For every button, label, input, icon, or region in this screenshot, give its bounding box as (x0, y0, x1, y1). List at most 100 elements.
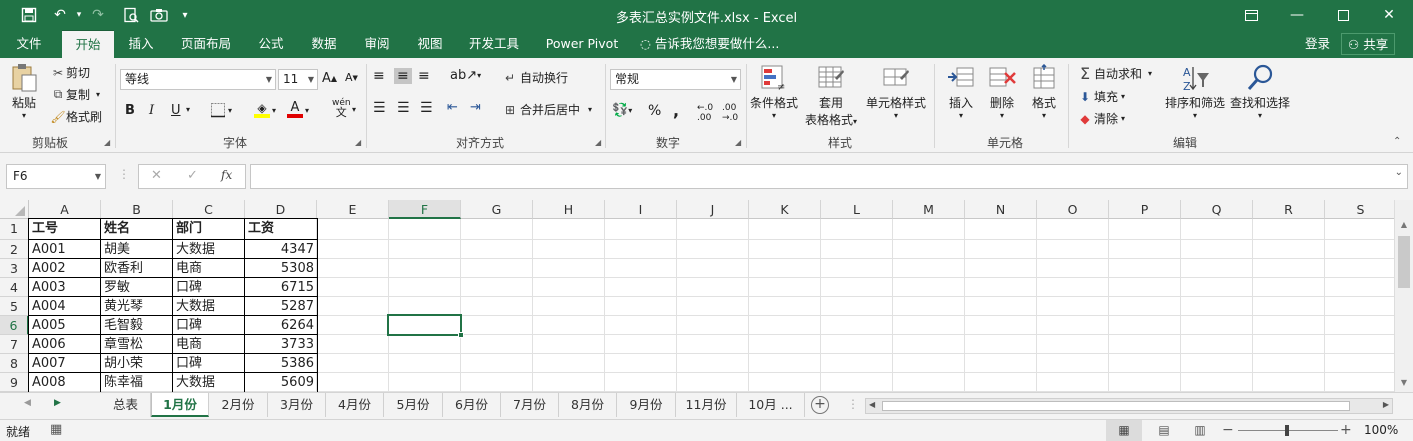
sheet-tab-8[interactable]: 7月份 (501, 393, 559, 417)
column-header-a[interactable]: A (29, 200, 101, 219)
column-header-s[interactable]: S (1325, 200, 1397, 219)
fill-handle[interactable] (458, 332, 464, 338)
cell-d5[interactable]: 5287 (245, 297, 317, 316)
scroll-up-icon[interactable]: ▲ (1395, 220, 1413, 229)
row-header-6[interactable]: 6 (0, 316, 29, 335)
ribbon-display-options-icon[interactable] (1228, 0, 1274, 30)
cell-a5[interactable]: A004 (29, 297, 101, 316)
active-cell-f6[interactable] (387, 314, 464, 338)
cell-d4[interactable]: 6715 (245, 278, 317, 297)
sheet-tab-7[interactable]: 6月份 (443, 393, 501, 417)
zoom-level[interactable]: 100% (1364, 423, 1398, 437)
scroll-tabs-right-icon[interactable]: ▶ (54, 398, 61, 408)
cell-c2[interactable]: 大数据 (173, 240, 245, 259)
scroll-right-icon[interactable]: ▶ (1383, 400, 1389, 409)
comma-style-button[interactable]: , (673, 101, 679, 120)
underline-dropdown-icon[interactable]: ▾ (186, 105, 190, 114)
cell-c3[interactable]: 电商 (173, 259, 245, 278)
conditional-formatting-button[interactable]: ≠ 条件格式 ▾ (750, 62, 798, 120)
align-center-icon[interactable]: ☰ (397, 100, 410, 116)
new-sheet-icon[interactable]: + (811, 396, 829, 414)
sheet-tab-10[interactable]: 9月份 (617, 393, 676, 417)
accounting-format-icon[interactable]: 💱 ▾ (612, 103, 632, 118)
column-header-j[interactable]: J (677, 200, 749, 219)
column-header-i[interactable]: I (605, 200, 677, 219)
close-icon[interactable]: ✕ (1366, 0, 1412, 30)
zoom-in-icon[interactable]: + (1340, 422, 1352, 438)
sheet-tab-6[interactable]: 5月份 (384, 393, 443, 417)
orientation-icon[interactable]: ab↗ ▾ (450, 68, 481, 83)
cell-d2[interactable]: 4347 (245, 240, 317, 259)
sheet-tab-2[interactable]: 1月份 (151, 393, 209, 417)
row-header-2[interactable]: 2 (0, 240, 29, 259)
column-header-r[interactable]: R (1253, 200, 1325, 219)
underline-button[interactable]: U (171, 103, 181, 118)
tab-home[interactable]: 开始 (62, 30, 114, 58)
cell-a2[interactable]: A001 (29, 240, 101, 259)
cell-styles-button[interactable]: 单元格样式 ▾ (866, 62, 926, 120)
cell-b6[interactable]: 毛智毅 (101, 316, 173, 335)
font-color-button[interactable]: A ▾ (287, 101, 309, 118)
number-launcher-icon[interactable]: ◢ (735, 138, 741, 147)
cell-c5[interactable]: 大数据 (173, 297, 245, 316)
normal-view-icon[interactable]: ▦ (1106, 420, 1142, 441)
scroll-left-icon[interactable]: ◀ (869, 400, 875, 409)
sheet-tab-3[interactable]: 2月份 (209, 393, 268, 417)
format-painter-button[interactable]: 🖌 格式刷 (50, 108, 102, 125)
formula-input[interactable]: ⌄ (250, 164, 1408, 189)
column-header-g[interactable]: G (461, 200, 533, 219)
decrease-decimal-icon[interactable]: .00 →.0 (722, 103, 738, 123)
cancel-entry-icon[interactable]: ✕ (151, 168, 162, 183)
column-header-l[interactable]: L (821, 200, 893, 219)
decrease-indent-icon[interactable]: ⇤ (447, 100, 458, 115)
vertical-scrollbar[interactable]: ▲ ▼ (1394, 200, 1413, 392)
percent-style-button[interactable]: % (648, 103, 661, 119)
column-header-m[interactable]: M (893, 200, 965, 219)
delete-cells-button[interactable]: 删除 ▾ (986, 62, 1018, 120)
column-header-n[interactable]: N (965, 200, 1037, 219)
tab-page-layout[interactable]: 页面布局 (174, 30, 238, 58)
sheet-tab-5[interactable]: 4月份 (326, 393, 384, 417)
cell-b1[interactable]: 姓名 (101, 219, 173, 238)
sheet-tab-1[interactable]: 总表 (101, 393, 151, 417)
vertical-scroll-thumb[interactable] (1398, 236, 1410, 288)
tell-me-box[interactable]: ◌ 告诉我您想要做什么... (640, 30, 779, 58)
horizontal-scrollbar[interactable]: ◀ ▶ (865, 398, 1393, 414)
align-right-icon[interactable]: ☰ (420, 100, 433, 116)
cell-b3[interactable]: 欧香利 (101, 259, 173, 278)
worksheet-grid[interactable]: ABCDEFGHIJKLMNOPQRS 123456789 工号 姓名 部门 工资 A0… (0, 200, 1413, 392)
insert-cells-button[interactable]: 插入 ▾ (945, 62, 977, 120)
column-header-b[interactable]: B (101, 200, 173, 219)
merge-center-button[interactable]: ⊞ 合并后居中 ▾ (500, 101, 592, 118)
column-header-k[interactable]: K (749, 200, 821, 219)
sheet-tab-9[interactable]: 8月份 (559, 393, 617, 417)
maximize-icon[interactable] (1320, 0, 1366, 30)
name-box[interactable]: F6 ▼ (6, 164, 106, 189)
font-name-combo[interactable]: 等线 ▼ (120, 69, 276, 90)
increase-decimal-icon[interactable]: ←.0.00 (697, 103, 713, 123)
cell-a4[interactable]: A003 (29, 278, 101, 297)
column-header-q[interactable]: Q (1181, 200, 1253, 219)
cell-b7[interactable]: 章雪松 (101, 335, 173, 354)
cell-d3[interactable]: 5308 (245, 259, 317, 278)
row-header-7[interactable]: 7 (0, 335, 29, 354)
italic-button[interactable]: I (149, 103, 154, 118)
cell-a7[interactable]: A006 (29, 335, 101, 354)
format-cells-button[interactable]: 格式 ▾ (1028, 62, 1060, 120)
cell-c9[interactable]: 大数据 (173, 373, 245, 392)
clipboard-launcher-icon[interactable]: ◢ (104, 138, 110, 147)
tab-data[interactable]: 数据 (303, 30, 345, 58)
cell-c7[interactable]: 电商 (173, 335, 245, 354)
phonetic-button[interactable]: wén 文 (332, 98, 351, 118)
cell-d6[interactable]: 6264 (245, 316, 317, 335)
column-header-p[interactable]: P (1109, 200, 1181, 219)
fill-color-button[interactable]: ◈ ▾ (254, 102, 276, 118)
find-select-button[interactable]: 查找和选择 ▾ (1230, 62, 1290, 120)
row-header-4[interactable]: 4 (0, 278, 29, 297)
tab-formulas[interactable]: 公式 (250, 30, 292, 58)
cell-a1[interactable]: 工号 (29, 219, 101, 238)
cell-c4[interactable]: 口碑 (173, 278, 245, 297)
cell-a6[interactable]: A005 (29, 316, 101, 335)
confirm-entry-icon[interactable]: ✓ (187, 168, 198, 183)
align-left-icon[interactable]: ☰ (373, 100, 386, 116)
